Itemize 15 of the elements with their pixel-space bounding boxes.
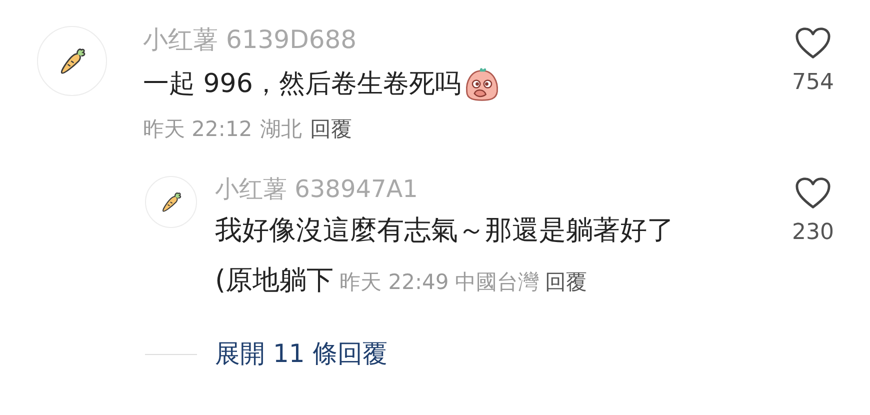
like-count: 754 xyxy=(792,70,834,95)
comment-text: 一起 996，然后卷生卷死吗 xyxy=(143,68,461,101)
comment-date: 昨天 22:12 xyxy=(143,116,252,143)
heart-icon[interactable] xyxy=(794,176,832,210)
comment-date: 昨天 22:49 xyxy=(340,270,449,294)
comment-text: 我好像沒這麼有志氣～那還是躺著好了 xyxy=(215,215,674,246)
expand-replies-link[interactable]: 展開 11 條回覆 xyxy=(215,336,388,372)
comment-location: 中國台灣 xyxy=(454,270,539,294)
like-count: 230 xyxy=(792,220,834,245)
heart-icon[interactable] xyxy=(794,26,832,60)
comment-location: 湖北 xyxy=(260,116,302,143)
avatar[interactable] xyxy=(145,176,197,228)
comment-text: (原地躺下 xyxy=(215,265,334,296)
reply-link[interactable]: 回覆 xyxy=(310,112,352,146)
reply-link[interactable]: 回覆 xyxy=(544,270,587,294)
